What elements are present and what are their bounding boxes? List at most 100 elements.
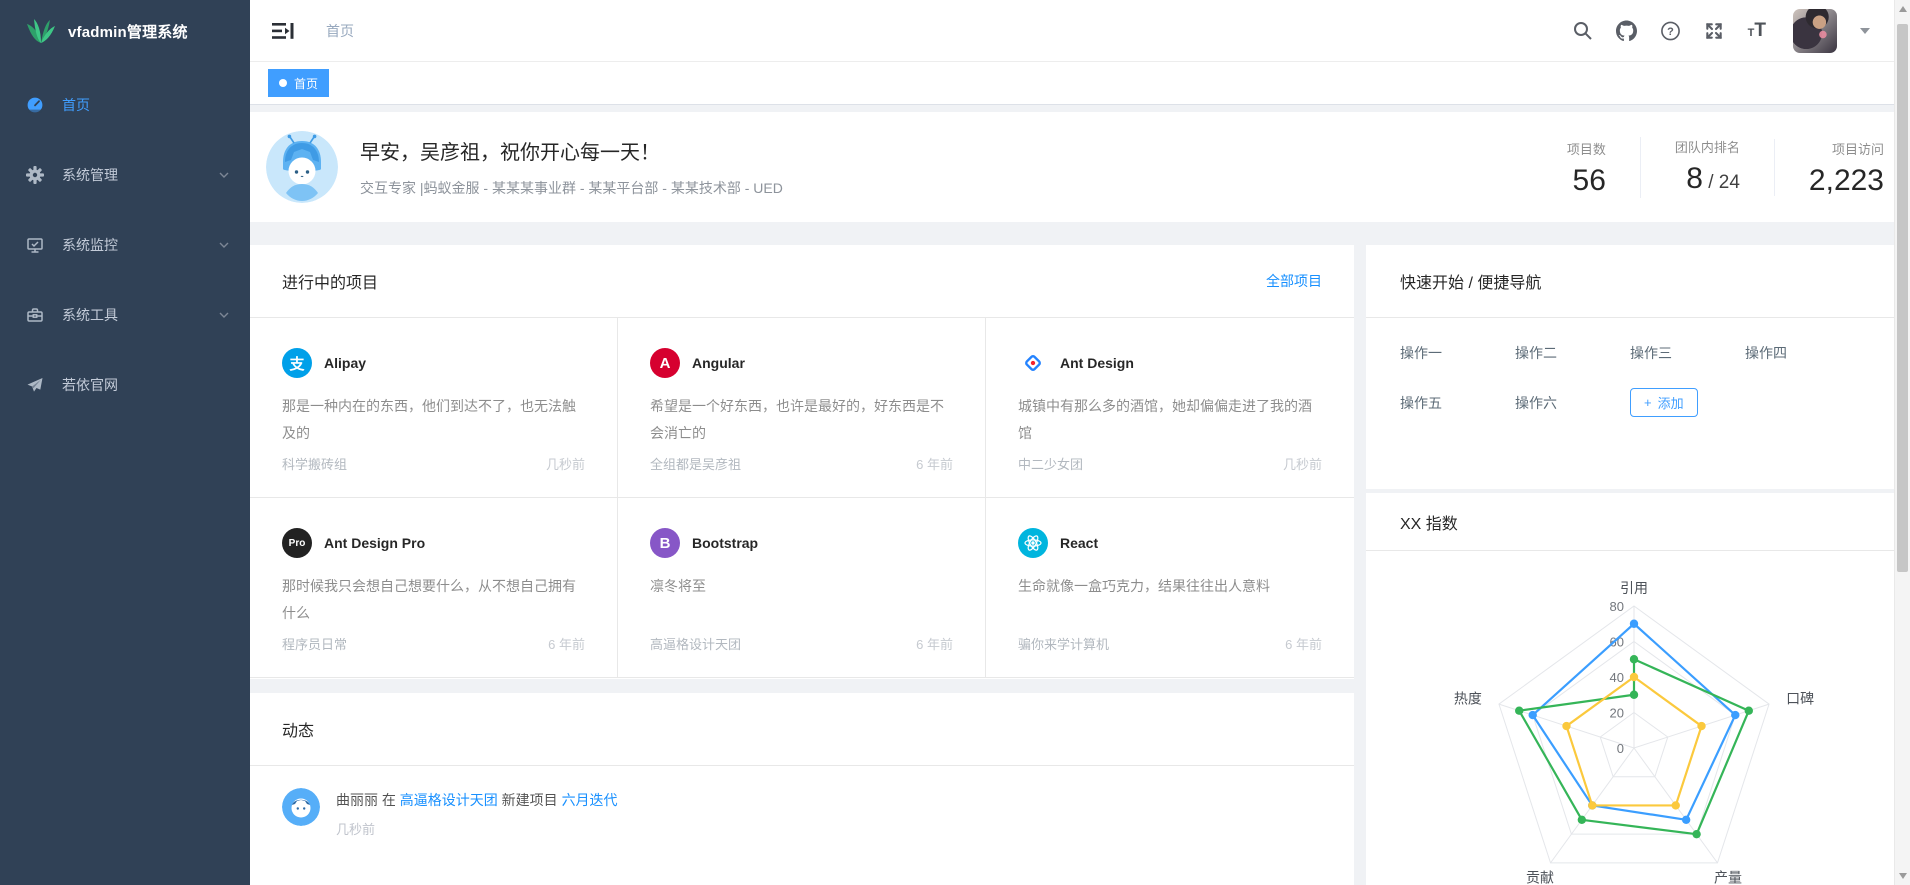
stat-label: 项目数 xyxy=(1567,139,1606,158)
sidebar-item-home[interactable]: 首页 xyxy=(0,70,250,140)
project-card-react[interactable]: React 生命就像一盒巧克力，结果往往出人意料 骗你来学计算机6 年前 xyxy=(986,498,1354,678)
font-size-icon[interactable]: TT xyxy=(1748,21,1766,40)
project-card-alipay[interactable]: 支 Alipay 那是一种内在的东西，他们到达不了，也无法触及的 科学搬砖组 几秒… xyxy=(250,318,618,498)
sidebar-item-label: 系统监控 xyxy=(62,235,118,255)
projects-title: 进行中的项目 xyxy=(282,269,378,293)
breadcrumb[interactable]: 首页 xyxy=(326,21,354,41)
sidebar: vfadmin管理系统 首页 系统管理 xyxy=(0,0,250,885)
project-time: 6 年前 xyxy=(548,634,585,653)
scrollbar-thumb[interactable] xyxy=(1897,24,1908,572)
project-name: React xyxy=(1060,535,1098,551)
project-card-ant-design[interactable]: Ant Design 城镇中有那么多的酒馆，她却偏偏走进了我的酒馆 中二少女团 几… xyxy=(986,318,1354,498)
project-group: 程序员日常 xyxy=(282,634,347,653)
project-group: 高逼格设计天团 xyxy=(650,634,741,653)
page-body: 早安，吴彦祖，祝你开心每一天！ 交互专家 |蚂蚁金服 - 某某某事业群 - 某某… xyxy=(250,105,1910,885)
greeting-title: 早安，吴彦祖，祝你开心每一天！ xyxy=(360,136,783,165)
activity-item: 曲丽丽 在 高逼格设计天团 新建项目 六月迭代 几秒前 xyxy=(250,766,1354,838)
content-area: 进行中的项目 全部项目 支 Alipay 那是一种内在的东西，他们到达不了，也无… xyxy=(250,245,1894,885)
all-projects-link[interactable]: 全部项目 xyxy=(1266,271,1322,291)
react-atom-icon xyxy=(1018,528,1048,558)
svg-text:60: 60 xyxy=(1610,635,1624,650)
activity-group-link[interactable]: 高逼格设计天团 xyxy=(400,792,498,808)
app-title: vfadmin管理系统 xyxy=(68,21,188,42)
svg-text:40: 40 xyxy=(1610,670,1624,685)
radar-chart: 020406080引用口碑产量贡献热度 xyxy=(1366,551,1894,885)
greeting-subtitle: 交互专家 |蚂蚁金服 - 某某某事业群 - 某某平台部 - 某某技术部 - UE… xyxy=(360,178,783,198)
sidebar-item-label: 若依官网 xyxy=(62,375,118,395)
caret-down-icon[interactable] xyxy=(1860,28,1870,34)
project-desc: 那是一种内在的东西，他们到达不了，也无法触及的 xyxy=(282,393,585,447)
stat-value: 56 xyxy=(1567,166,1606,196)
activity-text: 曲丽丽 在 高逼格设计天团 新建项目 六月迭代 xyxy=(336,788,618,810)
sidebar-item-system-tools[interactable]: 系统工具 xyxy=(0,280,250,350)
alipay-badge-icon: 支 xyxy=(282,348,312,378)
ant-design-logo-icon xyxy=(1018,348,1048,378)
project-name: Alipay xyxy=(324,355,366,371)
search-icon[interactable] xyxy=(1572,20,1593,41)
vertical-scrollbar[interactable] xyxy=(1894,0,1910,885)
chevron-down-icon xyxy=(218,239,230,251)
grass-logo-icon xyxy=(26,18,56,44)
fullscreen-icon[interactable] xyxy=(1704,20,1725,41)
monitor-icon xyxy=(26,236,44,254)
quick-action-2[interactable]: 操作二 xyxy=(1515,343,1630,363)
tag-home[interactable]: 首页 xyxy=(268,69,329,97)
navbar-actions: ? TT xyxy=(1572,9,1886,53)
project-card-ant-design-pro[interactable]: Pro Ant Design Pro 那时候我只会想自己想要什么，从不想自己拥有… xyxy=(250,498,618,678)
quick-action-5[interactable]: 操作五 xyxy=(1400,393,1515,413)
project-group: 科学搬砖组 xyxy=(282,454,347,473)
project-desc: 希望是一个好东西，也许是最好的，好东西是不会消亡的 xyxy=(650,393,953,447)
svg-text:口碑: 口碑 xyxy=(1786,691,1814,707)
stat-value: 8 / 24 xyxy=(1675,164,1740,198)
project-card-angular[interactable]: A Angular 希望是一个好东西，也许是最好的，好东西是不会消亡的 全组都是… xyxy=(618,318,986,498)
project-name: Ant Design xyxy=(1060,355,1134,371)
activity-panel: 动态 曲丽丽 在 高逼格设计天团 新建项目 xyxy=(250,693,1354,885)
add-button[interactable]: + 添加 xyxy=(1630,388,1698,417)
paper-plane-icon xyxy=(26,376,44,394)
project-group: 中二少女团 xyxy=(1018,454,1083,473)
stats-group: 项目数 56 团队内排名 8 / 24 项目访问 2,223 xyxy=(1533,137,1884,198)
project-time: 几秒前 xyxy=(546,454,585,473)
svg-text:80: 80 xyxy=(1610,599,1624,614)
top-navbar: 首页 ? TT xyxy=(250,0,1910,62)
chevron-down-icon xyxy=(218,169,230,181)
sidebar-collapse-icon[interactable] xyxy=(272,20,296,42)
help-icon[interactable]: ? xyxy=(1660,20,1681,41)
svg-text:产量: 产量 xyxy=(1714,869,1742,885)
activity-body: 曲丽丽 在 高逼格设计天团 新建项目 六月迭代 几秒前 xyxy=(336,788,618,838)
projects-grid: 支 Alipay 那是一种内在的东西，他们到达不了，也无法触及的 科学搬砖组 几秒… xyxy=(250,318,1354,678)
scroll-down-arrow-icon[interactable] xyxy=(1899,873,1907,879)
project-desc: 那时候我只会想自己想要什么，从不想自己拥有什么 xyxy=(282,573,585,627)
project-group: 骗你来学计算机 xyxy=(1018,634,1109,653)
stat-visits: 项目访问 2,223 xyxy=(1774,139,1884,196)
project-group: 全组都是吴彦祖 xyxy=(650,454,741,473)
angular-badge-icon: A xyxy=(650,348,680,378)
activity-user: 曲丽丽 xyxy=(336,792,378,808)
projects-panel: 进行中的项目 全部项目 支 Alipay 那是一种内在的东西，他们到达不了，也无… xyxy=(250,245,1354,679)
activity-user-avatar xyxy=(282,788,320,826)
quick-action-6[interactable]: 操作六 xyxy=(1515,393,1630,413)
project-card-bootstrap[interactable]: B Bootstrap 凛冬将至 高逼格设计天团6 年前 xyxy=(618,498,986,678)
tag-active-dot xyxy=(279,79,287,87)
user-avatar[interactable] xyxy=(1793,9,1837,53)
scroll-up-arrow-icon[interactable] xyxy=(1899,6,1907,12)
sidebar-item-system-monitor[interactable]: 系统监控 xyxy=(0,210,250,280)
github-icon[interactable] xyxy=(1616,20,1637,41)
quick-action-3[interactable]: 操作三 xyxy=(1630,343,1745,363)
svg-text:?: ? xyxy=(1667,26,1674,38)
quickstart-title: 快速开始 / 便捷导航 xyxy=(1400,269,1541,293)
quick-action-4[interactable]: 操作四 xyxy=(1745,343,1860,363)
svg-text:0: 0 xyxy=(1617,741,1624,756)
activity-project-link[interactable]: 六月迭代 xyxy=(562,792,618,808)
tag-label: 首页 xyxy=(294,75,318,92)
activity-header: 动态 xyxy=(250,693,1354,766)
sidebar-item-system-manage[interactable]: 系统管理 xyxy=(0,140,250,210)
project-desc: 城镇中有那么多的酒馆，她却偏偏走进了我的酒馆 xyxy=(1018,393,1322,447)
quick-action-1[interactable]: 操作一 xyxy=(1400,343,1515,363)
project-time: 几秒前 xyxy=(1283,454,1322,473)
app-logo[interactable]: vfadmin管理系统 xyxy=(0,0,250,62)
sidebar-item-official-site[interactable]: 若依官网 xyxy=(0,350,250,420)
profile-avatar xyxy=(266,131,338,203)
quickstart-grid: 操作一 操作二 操作三 操作四 操作五 操作六 + 添加 xyxy=(1366,318,1894,442)
ant-design-pro-badge-icon: Pro xyxy=(282,528,312,558)
